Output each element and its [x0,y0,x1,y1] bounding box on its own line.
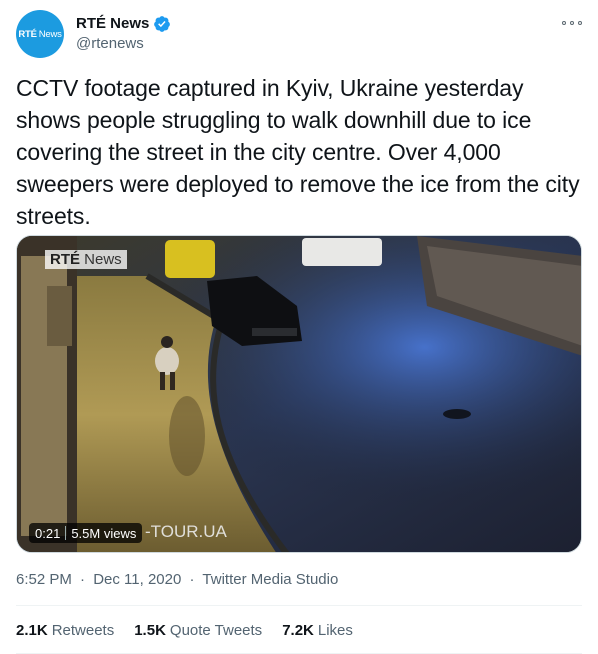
display-name-text: RTÉ News [76,15,150,32]
tweet-header: RTÉ News RTÉ News @rtenews [16,10,582,60]
more-options-icon[interactable] [562,16,582,30]
quotes-label: Quote Tweets [169,622,263,639]
display-name[interactable]: RTÉ News [76,14,171,34]
video-duration: 0:21 [35,525,61,541]
video-player[interactable]: RTÉ News 0:21 5.5M views -TOUR.UA [16,235,582,553]
verified-badge-icon [154,16,171,32]
divider [16,605,582,606]
avatar-text-bold: RTÉ [18,28,37,40]
meta-separator: · [80,571,86,588]
tweet-meta: 6:52 PM · Dec 11, 2020 · Twitter Media S… [16,571,338,588]
video-views: 5.5M views [71,525,137,541]
tweet-date[interactable]: Dec 11, 2020 [93,571,181,588]
tweet-source[interactable]: Twitter Media Studio [202,571,338,588]
tweet-time[interactable]: 6:52 PM [16,571,72,588]
author-names[interactable]: RTÉ News @rtenews [76,14,171,54]
meta-separator: · [189,571,195,588]
watermark-bold: RTÉ [50,251,80,268]
badge-divider [65,526,67,540]
likes-label: Likes [317,622,353,639]
handle[interactable]: @rtenews [76,34,171,54]
video-watermark: RTÉ News [45,250,127,269]
likes-count: 7.2K [282,622,314,639]
video-info-badge[interactable]: 0:21 5.5M views [29,523,143,543]
avatar-text-thin: News [38,28,62,40]
quote-tweets-stat[interactable]: 1.5K Quote Tweets [134,622,262,639]
tweet-text: CCTV footage captured in Kyiv, Ukraine y… [16,75,586,229]
avatar[interactable]: RTÉ News [16,10,64,58]
watermark-thin: News [84,251,122,268]
likes-stat[interactable]: 7.2K Likes [282,622,353,639]
retweets-stat[interactable]: 2.1K Retweets [16,622,114,639]
retweets-label: Retweets [51,622,115,639]
quotes-count: 1.5K [134,622,166,639]
tweet-stats: 2.1K Retweets 1.5K Quote Tweets 7.2K Likes [16,622,373,639]
video-frame-image [17,236,581,552]
retweets-count: 2.1K [16,622,48,639]
video-overlay-text: -TOUR.UA [145,522,227,541]
